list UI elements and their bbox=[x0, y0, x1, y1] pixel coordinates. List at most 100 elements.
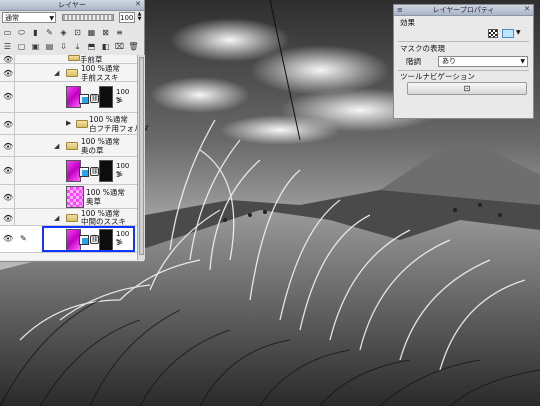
layer-scrollbar[interactable] bbox=[137, 55, 145, 260]
lock-icon[interactable]: ⊡ bbox=[72, 27, 83, 38]
layer-row[interactable]: 👁 ▶ 100 %通常 白フチ用フォルダ bbox=[0, 113, 149, 135]
opacity-spinner[interactable]: ▲ ▼ bbox=[136, 12, 143, 23]
layer-name: 手前草 bbox=[80, 55, 103, 64]
navigation-icon: ⊡ bbox=[463, 84, 471, 93]
mask-create-icon[interactable]: ⬒ bbox=[86, 41, 97, 52]
new-folder-icon[interactable]: ▤ bbox=[44, 41, 55, 52]
tree-line bbox=[14, 64, 15, 81]
tree-line bbox=[14, 82, 15, 112]
layer-row[interactable]: 👁 ◢ 100 %通常 中間のススキ bbox=[0, 209, 137, 226]
expand-triangle-icon[interactable]: ▶ bbox=[66, 119, 71, 127]
new-raster-icon[interactable]: ▢ bbox=[16, 41, 27, 52]
draft-icon[interactable]: ✎ bbox=[44, 27, 55, 38]
tool-navigation-label: ツールナビゲーション bbox=[400, 72, 475, 81]
mask-icon bbox=[79, 167, 89, 177]
blend-mode-value: 通常 bbox=[5, 14, 19, 22]
brush-icon: ✎ bbox=[20, 234, 27, 243]
layer-row[interactable]: 👁 ⛓ 100 % 3 bbox=[0, 157, 137, 185]
folder-icon bbox=[66, 142, 78, 150]
close-icon[interactable]: ✕ bbox=[523, 5, 531, 14]
collapse-triangle-icon[interactable]: ◢ bbox=[54, 69, 59, 77]
layer-row[interactable]: 👁 ◢ 100 %通常 奥の草 bbox=[0, 135, 137, 157]
layer-panel-title: レイヤー bbox=[58, 1, 86, 9]
layer-name: 奥の草 bbox=[81, 146, 104, 155]
eye-icon[interactable]: 👁 bbox=[3, 142, 13, 151]
layer-opacity-mode: 100 %通常 bbox=[86, 188, 125, 197]
transparent-lock-icon[interactable]: ▦ bbox=[86, 27, 97, 38]
tool-navigation-button[interactable]: ⊡ bbox=[407, 82, 527, 95]
eye-icon[interactable]: 👁 bbox=[3, 193, 13, 202]
color-swatch-icon[interactable]: ▭ bbox=[2, 27, 13, 38]
folder-icon bbox=[66, 69, 78, 77]
layer-toolbar-1: ▭ ⬭ ▮ ✎ ◈ ⊡ ▦ ⊠ ≡ bbox=[0, 26, 145, 39]
mask-thumbnail bbox=[99, 86, 113, 108]
reference-icon[interactable]: ◈ bbox=[58, 27, 69, 38]
opacity-slider[interactable] bbox=[62, 14, 114, 21]
panel-menu-icon[interactable]: ≡ bbox=[397, 5, 403, 15]
expression-icon[interactable]: ⬭ bbox=[16, 27, 27, 38]
folder-icon bbox=[68, 55, 80, 61]
transfer-down-icon[interactable]: ⇩ bbox=[58, 41, 69, 52]
mask-thumbnail bbox=[99, 160, 113, 182]
eye-icon[interactable]: 👁 bbox=[3, 92, 13, 101]
folder-icon bbox=[76, 120, 88, 128]
scrollbar-thumb[interactable] bbox=[139, 57, 144, 255]
chevron-down-icon: ▼ bbox=[520, 58, 525, 65]
menu-icon[interactable]: ≡ bbox=[114, 27, 125, 38]
close-icon[interactable]: ✕ bbox=[134, 0, 142, 9]
layer-opacity-mode: 100 %通常 bbox=[81, 137, 120, 146]
layer-name: 中間のススキ bbox=[81, 217, 126, 226]
layer-toolbar-2: ☰ ▢ ▣ ▤ ⇩ ⤓ ⬒ ◧ ⌧ 🗑 bbox=[0, 40, 145, 53]
collapse-triangle-icon[interactable]: ◢ bbox=[54, 142, 59, 150]
layer-list-icon[interactable]: ☰ bbox=[2, 41, 13, 52]
collapse-triangle-icon[interactable]: ◢ bbox=[54, 214, 59, 222]
blend-opacity-row: 通常 ▼ 100 ▲ ▼ bbox=[0, 11, 145, 25]
layer-opacity-mode: 100 %通常 bbox=[81, 64, 120, 73]
clip-icon[interactable]: ⊠ bbox=[100, 27, 111, 38]
eye-icon[interactable]: 👁 bbox=[3, 166, 13, 175]
selection-highlight-box bbox=[42, 226, 135, 252]
chevron-down-icon[interactable]: ▼ bbox=[516, 29, 521, 36]
delete-mask-icon[interactable]: ⌧ bbox=[114, 41, 125, 52]
gradation-label: 階調 bbox=[406, 57, 421, 66]
layer-property-panel: ≡ レイヤープロパティ ✕ 効果 ▼ マスクの表現 階調 あり ▼ ツールナビゲ… bbox=[393, 4, 534, 119]
blend-mode-select[interactable]: 通常 ▼ bbox=[2, 12, 56, 23]
layer-row[interactable]: 👁 手前草 bbox=[0, 55, 137, 64]
layer-number: 3 bbox=[116, 171, 121, 179]
tree-line bbox=[14, 113, 15, 134]
mask-section-label: マスクの表現 bbox=[400, 44, 445, 53]
ruler-icon[interactable]: ▮ bbox=[30, 27, 41, 38]
layer-row[interactable]: 👁 100 %通常 奥草 bbox=[0, 185, 137, 209]
effect-checker-icon[interactable] bbox=[488, 29, 498, 38]
layer-number: 3 bbox=[116, 97, 121, 105]
eye-icon[interactable]: 👁 bbox=[3, 55, 13, 64]
mask-icon bbox=[79, 94, 89, 104]
link-icon: ⛓ bbox=[90, 94, 99, 103]
trash-icon[interactable]: 🗑 bbox=[128, 41, 139, 52]
layer-row[interactable]: 👁 ⛓ 100 % 3 bbox=[0, 82, 137, 113]
layer-panel-titlebar[interactable]: レイヤー ✕ bbox=[0, 0, 144, 11]
tree-line bbox=[14, 209, 15, 225]
opacity-field[interactable]: 100 bbox=[119, 12, 135, 23]
layer-row[interactable]: 👁 ◢ 100 %通常 手前ススキ bbox=[0, 64, 137, 82]
divider bbox=[398, 70, 529, 71]
merge-icon[interactable]: ⤓ bbox=[72, 41, 83, 52]
divider bbox=[398, 41, 529, 42]
chevron-down-icon: ▼ bbox=[49, 15, 54, 22]
eye-icon[interactable]: 👁 bbox=[3, 234, 13, 243]
property-panel-title: レイヤープロパティ bbox=[432, 6, 495, 14]
link-icon: ⛓ bbox=[90, 167, 99, 176]
gradation-select[interactable]: あり ▼ bbox=[438, 56, 528, 67]
new-vector-icon[interactable]: ▣ bbox=[30, 41, 41, 52]
eye-icon[interactable]: 👁 bbox=[3, 69, 13, 78]
layer-opacity-mode: 100 %通常 bbox=[89, 115, 128, 124]
eye-icon[interactable]: 👁 bbox=[3, 120, 13, 129]
layer-panel: レイヤー ✕ 通常 ▼ 100 ▲ ▼ ▭ ⬭ ▮ ✎ ◈ ⊡ ▦ ⊠ ≡ ☰ ▢… bbox=[0, 0, 149, 262]
tree-line bbox=[14, 185, 15, 208]
layer-name: 奥草 bbox=[86, 197, 101, 206]
property-panel-titlebar[interactable]: ≡ レイヤープロパティ ✕ bbox=[394, 5, 533, 16]
apply-mask-icon[interactable]: ◧ bbox=[100, 41, 111, 52]
eye-icon[interactable]: 👁 bbox=[3, 214, 13, 223]
effect-color-swatch[interactable] bbox=[502, 29, 514, 38]
tree-line bbox=[14, 55, 15, 63]
